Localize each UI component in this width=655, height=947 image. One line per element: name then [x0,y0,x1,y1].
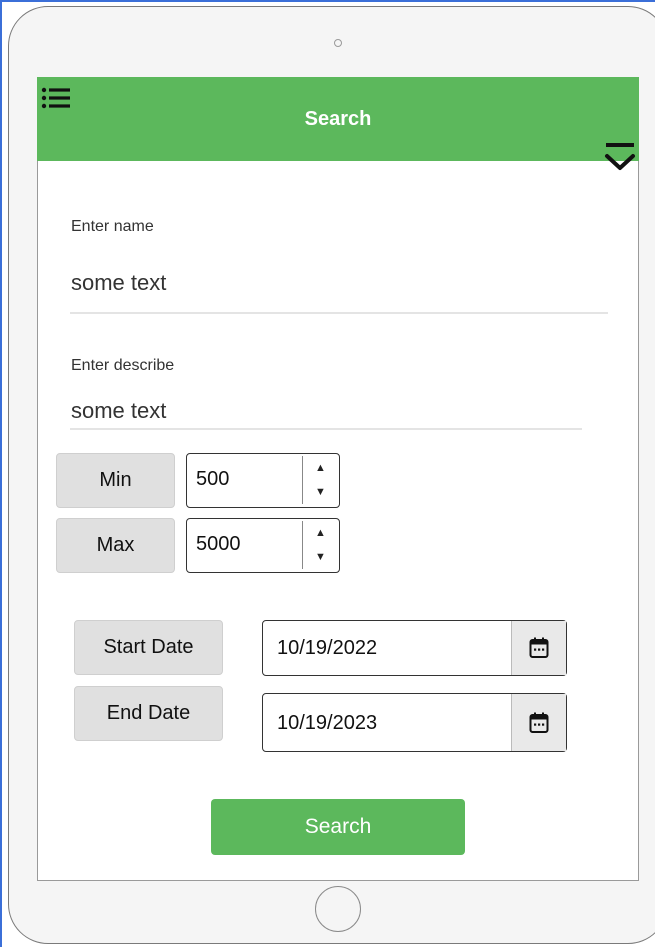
collapse-down-icon[interactable] [603,141,637,175]
describe-input[interactable]: some text [71,398,166,424]
describe-label: Enter describe [71,357,175,374]
start-date-picker-button[interactable] [511,621,566,675]
min-increment-button[interactable]: ▲ [303,456,338,481]
calendar-icon [529,637,549,658]
max-spinner: ▲ ▼ [302,521,338,569]
end-date-value[interactable]: 10/19/2023 [277,712,377,735]
min-decrement-button[interactable]: ▼ [303,480,338,504]
name-label: Enter name [71,218,154,235]
window-edge-left [0,0,2,947]
start-date-input[interactable]: 10/19/2022 [262,620,567,676]
app-header: Search [37,77,639,161]
max-label: Max [56,518,175,573]
end-date-picker-button[interactable] [511,694,566,751]
min-label-text: Min [99,469,132,491]
min-number-input[interactable]: 500 ▲ ▼ [186,453,340,508]
end-date-label: End Date [74,686,223,741]
menu-list-icon[interactable] [41,86,71,112]
max-increment-button[interactable]: ▲ [303,521,338,546]
home-button[interactable] [315,886,361,932]
max-value[interactable]: 5000 [196,533,241,556]
min-label: Min [56,453,175,508]
min-value[interactable]: 500 [196,468,229,491]
search-button-label: Search [304,815,372,838]
start-date-value[interactable]: 10/19/2022 [277,637,377,660]
calendar-icon [529,712,549,733]
search-button[interactable]: Search [211,799,465,855]
start-date-label: Start Date [74,620,223,675]
start-date-label-text: Start Date [103,636,194,658]
max-decrement-button[interactable]: ▼ [303,545,338,569]
max-label-text: Max [96,534,135,556]
end-date-label-text: End Date [106,702,191,724]
describe-input-underline [70,428,582,430]
name-input[interactable]: some text [71,270,166,296]
max-number-input[interactable]: 5000 ▲ ▼ [186,518,340,573]
camera-icon [334,39,342,47]
page-title: Search [304,108,372,130]
end-date-input[interactable]: 10/19/2023 [262,693,567,752]
min-spinner: ▲ ▼ [302,456,338,504]
window-edge-top [0,0,655,2]
name-input-underline [70,312,608,314]
